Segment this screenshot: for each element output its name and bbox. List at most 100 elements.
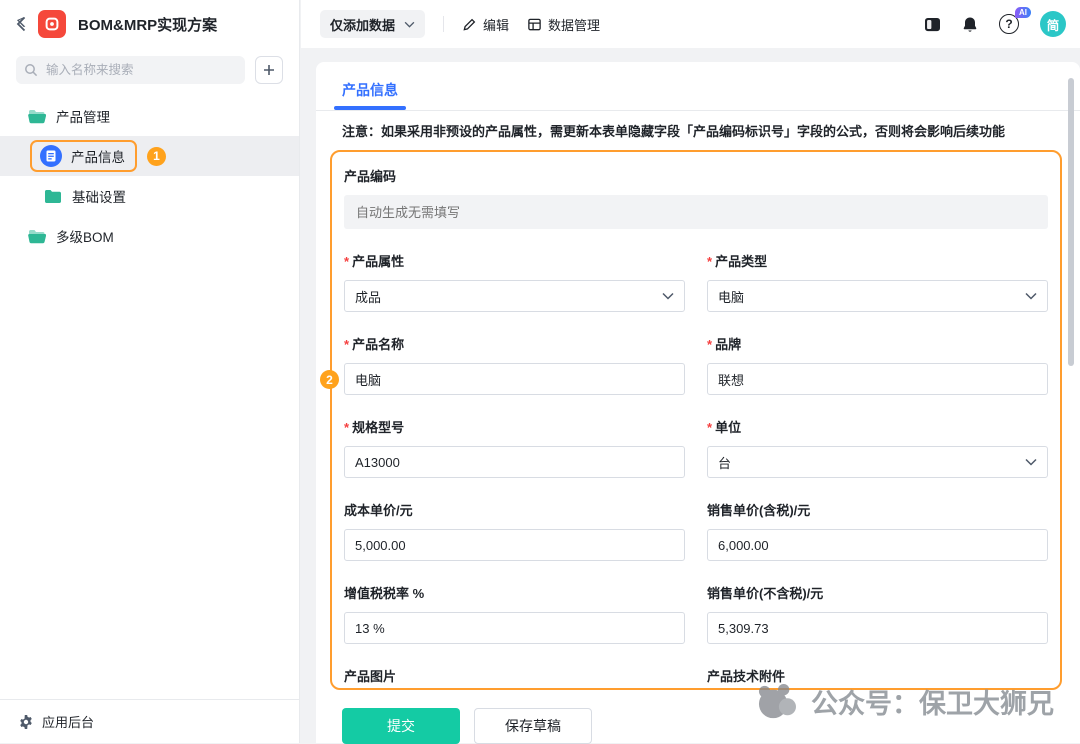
tree-item-label: 产品信息 (71, 146, 125, 166)
field-label: 产品属性 (344, 251, 685, 270)
field-label: 产品图片 (344, 666, 685, 685)
sidebar-item-multilevel-bom[interactable]: 多级BOM (0, 216, 299, 256)
field-cost-price: 成本单价/元 (344, 498, 685, 561)
unit-select[interactable]: 台 (707, 446, 1048, 478)
data-mode-label: 仅添加数据 (330, 15, 395, 34)
watermark: 公众号：保卫大狮兄 (755, 682, 1054, 721)
search-box[interactable] (16, 56, 245, 84)
chevron-down-icon (404, 21, 415, 28)
data-mode-dropdown[interactable]: 仅添加数据 (320, 10, 425, 38)
field-sale-price-taxed: 销售单价(含税)/元 (707, 498, 1048, 561)
select-value: 电脑 (718, 287, 744, 306)
field-label: 成本单价/元 (344, 500, 685, 519)
pencil-icon (462, 17, 477, 32)
add-button[interactable] (255, 56, 283, 84)
panel-toggle-button[interactable] (924, 17, 941, 32)
edit-label: 编辑 (483, 15, 509, 34)
toolbar-divider (443, 16, 444, 32)
sidebar-search-row (0, 48, 299, 96)
watermark-logo (755, 683, 799, 721)
user-avatar[interactable]: 简 (1040, 11, 1066, 37)
back-chevron-icon (16, 16, 26, 32)
field-label: 品牌 (707, 334, 1048, 353)
bell-icon (962, 16, 978, 33)
field-brand: 品牌 (707, 332, 1048, 395)
sidebar-toggle-icon (924, 17, 941, 32)
sidebar-item-basic-settings[interactable]: 基础设置 (0, 176, 299, 216)
data-manage-button[interactable]: 数据管理 (527, 15, 600, 34)
select-value: 成品 (355, 287, 381, 306)
edit-button[interactable]: 编辑 (462, 15, 509, 34)
form-fields-area: 产品编码 产品属性 成品 产品类型 电脑 (332, 152, 1060, 688)
sidebar-item-product-management[interactable]: 产品管理 (0, 96, 299, 136)
annotation-badge-1: 1 (147, 147, 166, 166)
product-name-input[interactable] (344, 363, 685, 395)
field-label: 销售单价(含税)/元 (707, 500, 1048, 519)
gear-icon (18, 714, 34, 730)
ai-badge: AI (1015, 7, 1031, 18)
form-tabbar: 产品信息 (316, 62, 1080, 110)
chevron-down-icon (662, 292, 674, 300)
field-product-name: 产品名称 (344, 332, 685, 395)
field-vat-rate: 增值税税率 % (344, 581, 685, 644)
app-backend-label: 应用后台 (42, 712, 94, 731)
top-toolbar: 仅添加数据 编辑 数据管理 ? AI 简 (301, 0, 1080, 48)
form-notice: 注意：如果采用非预设的产品属性，需更新本表单隐藏字段「产品编码标识号」字段的公式… (316, 111, 1080, 142)
field-label: 单位 (707, 417, 1048, 436)
brand-input[interactable] (707, 363, 1048, 395)
app-nav-tree: 产品管理 产品信息 1 基础设置 多级BOM (0, 96, 299, 256)
field-label: 增值税税率 % (344, 583, 685, 602)
field-label: 产品类型 (707, 251, 1048, 270)
product-attribute-select[interactable]: 成品 (344, 280, 685, 312)
search-icon (24, 63, 38, 77)
select-value: 台 (718, 453, 731, 472)
watermark-text: 公众号：保卫大狮兄 (811, 682, 1054, 721)
chevron-down-icon (1025, 458, 1037, 466)
notification-button[interactable] (962, 16, 978, 33)
annotation-box-1: 产品信息 (30, 140, 137, 172)
field-product-type: 产品类型 电脑 (707, 249, 1048, 312)
data-manage-label: 数据管理 (548, 15, 600, 34)
product-type-select[interactable]: 电脑 (707, 280, 1048, 312)
field-sale-price-untaxed: 销售单价(不含税)/元 (707, 581, 1048, 644)
table-icon (527, 17, 542, 32)
submit-button[interactable]: 提交 (342, 708, 460, 744)
field-spec-model: 规格型号 (344, 415, 685, 478)
field-unit: 单位 台 (707, 415, 1048, 478)
cost-price-input[interactable] (344, 529, 685, 561)
annotation-box-2: 2 产品编码 产品属性 成品 产品类型 电脑 (330, 150, 1062, 690)
field-label: 规格型号 (344, 417, 685, 436)
tree-item-label: 产品管理 (56, 106, 110, 126)
vat-rate-input[interactable] (344, 612, 685, 644)
form-doc-icon (40, 145, 62, 167)
help-question-mark: ? (1005, 17, 1012, 31)
sale-price-taxed-input[interactable] (707, 529, 1048, 561)
sale-price-untaxed-input[interactable] (707, 612, 1048, 644)
app-title: BOM&MRP实现方案 (78, 14, 217, 35)
toolbar-right-group: ? AI 简 (924, 11, 1066, 37)
chevron-down-icon (1025, 292, 1037, 300)
tab-product-info[interactable]: 产品信息 (342, 80, 398, 110)
vertical-scrollbar-thumb[interactable] (1068, 78, 1074, 366)
app-backend-button[interactable]: 应用后台 (0, 699, 299, 743)
field-label: 产品编码 (344, 166, 1048, 185)
product-code-input (344, 195, 1048, 229)
sidebar-item-product-info[interactable]: 产品信息 1 (0, 136, 299, 176)
form-card: 产品信息 注意：如果采用非预设的产品属性，需更新本表单隐藏字段「产品编码标识号」… (316, 62, 1080, 743)
app-icon (38, 10, 66, 38)
help-button[interactable]: ? AI (999, 14, 1019, 34)
back-button[interactable] (16, 16, 26, 32)
field-product-code: 产品编码 (344, 164, 1048, 229)
folder-icon (44, 189, 62, 204)
sidebar: BOM&MRP实现方案 产品管理 产品信息 1 基础设置 (0, 0, 300, 743)
field-product-attribute: 产品属性 成品 (344, 249, 685, 312)
spec-model-input[interactable] (344, 446, 685, 478)
save-draft-button[interactable]: 保存草稿 (474, 708, 592, 744)
field-product-image: 产品图片 选择 拖拽或单击后粘贴图片，单张20MB以内 (344, 664, 685, 688)
search-input[interactable] (44, 62, 237, 78)
field-label: 销售单价(不含税)/元 (707, 583, 1048, 602)
tree-item-label: 多级BOM (56, 226, 114, 246)
plus-icon (263, 64, 275, 76)
field-label: 产品名称 (344, 334, 685, 353)
tree-item-label: 基础设置 (72, 186, 126, 206)
